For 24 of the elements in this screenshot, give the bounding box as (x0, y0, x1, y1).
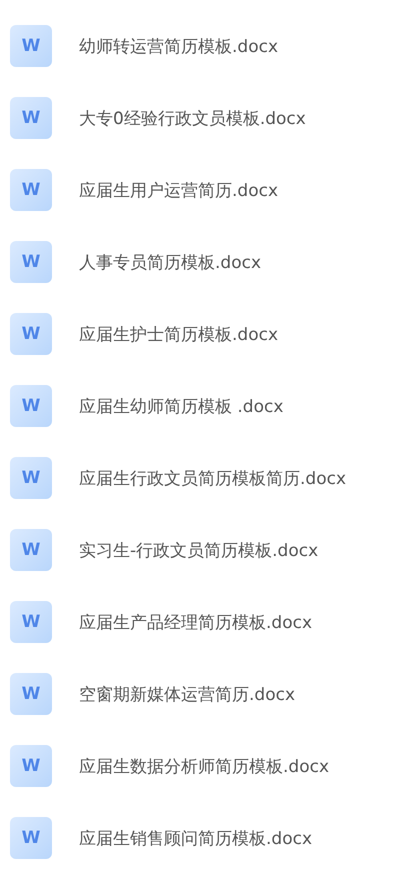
word-document-icon: W (10, 385, 52, 427)
file-name[interactable]: 应届生产品经理简历模板.docx (79, 610, 312, 634)
word-document-icon: W (10, 529, 52, 571)
word-document-icon: W (10, 673, 52, 715)
file-name[interactable]: 应届生幼师简历模板 .docx (79, 394, 284, 418)
word-document-icon: W (10, 241, 52, 283)
word-document-icon: W (10, 97, 52, 139)
word-document-icon: W (10, 745, 52, 787)
file-name[interactable]: 应届生销售顾问简历模板.docx (79, 826, 312, 850)
file-name[interactable]: 应届生用户运营简历.docx (79, 178, 278, 202)
word-document-icon: W (10, 25, 52, 67)
file-name[interactable]: 大专0经验行政文员模板.docx (79, 106, 306, 130)
file-name[interactable]: 实习生-行政文员简历模板.docx (79, 538, 318, 562)
file-name[interactable]: 应届生护士简历模板.docx (79, 322, 278, 346)
word-document-icon: W (10, 169, 52, 211)
word-document-icon: W (10, 457, 52, 499)
file-name[interactable]: 幼师转运营简历模板.docx (79, 34, 278, 58)
file-name[interactable]: 人事专员简历模板.docx (79, 250, 262, 274)
file-name[interactable]: 空窗期新媒体运营简历.docx (79, 682, 296, 706)
word-document-icon: W (10, 817, 52, 859)
word-document-icon: W (10, 601, 52, 643)
word-document-icon: W (10, 313, 52, 355)
file-name[interactable]: 应届生行政文员简历模板简历.docx (79, 466, 346, 490)
file-name[interactable]: 应届生数据分析师简历模板.docx (79, 754, 330, 778)
